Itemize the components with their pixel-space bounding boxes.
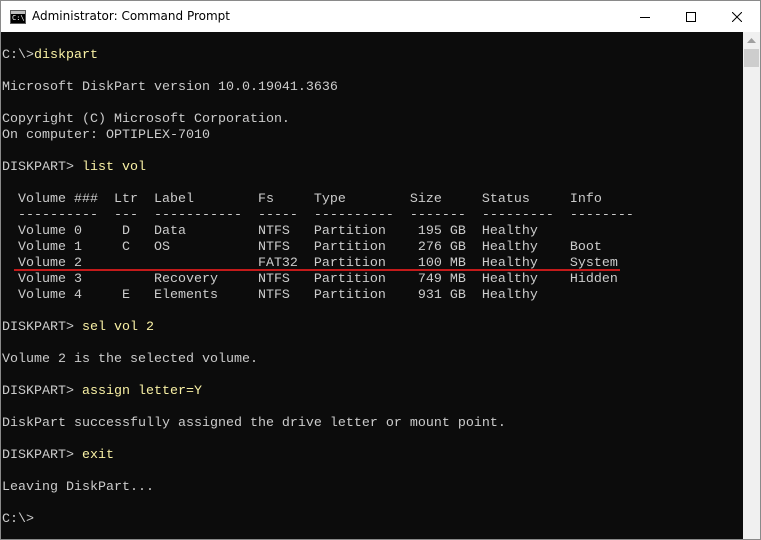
console-lines: C:\>diskpart Microsoft DiskPart version 1…: [2, 48, 634, 528]
scroll-up-arrow-icon: [747, 37, 756, 43]
console-line: ---------- --- ----------- ----- -------…: [2, 208, 634, 223]
console-line: Volume 4 E Elements NTFS Partition 931 G…: [2, 288, 538, 303]
console-line: C:\>diskpart: [2, 48, 634, 64]
console-line: Volume 2 is the selected volume.: [2, 352, 258, 367]
console-line: Leaving DiskPart...: [2, 480, 154, 495]
scroll-thumb[interactable]: [744, 49, 759, 67]
console-prompt: DISKPART>: [2, 320, 82, 335]
console-command: list vol: [81, 160, 146, 175]
console-line: DiskPart successfully assigned the drive…: [2, 416, 506, 431]
maximize-button[interactable]: [668, 1, 714, 32]
console-line: Volume 0 D Data NTFS Partition 195 GB He…: [2, 224, 538, 239]
minimize-button[interactable]: [622, 1, 668, 32]
console-line: Volume 1 C OS NTFS Partition 276 GB Heal…: [2, 240, 602, 255]
console-line: Microsoft DiskPart version 10.0.19041.36…: [2, 80, 338, 95]
minimize-icon: [640, 16, 650, 18]
scroll-up-button[interactable]: [743, 32, 760, 49]
console-line: DISKPART> list vol: [2, 160, 634, 176]
console-output[interactable]: C:\>diskpart Microsoft DiskPart version 1…: [1, 32, 743, 539]
console-command: exit: [81, 448, 114, 463]
icon-glyph: C:\: [12, 13, 25, 22]
maximize-icon: [686, 11, 696, 22]
console-line: On computer: OPTIPLEX-7010: [2, 128, 210, 143]
terminal-icon[interactable]: C:\: [10, 9, 26, 24]
console-command: assign letter=Y: [81, 384, 202, 399]
console-line: DISKPART> sel vol 2: [2, 320, 634, 336]
window-title: Administrator: Command Prompt: [32, 9, 230, 23]
window-controls: [622, 1, 760, 32]
title-bar[interactable]: C:\ Administrator: Command Prompt: [1, 1, 760, 32]
console-prompt: C:\>: [2, 48, 34, 63]
console-line: Volume ### Ltr Label Fs Type Size Status…: [2, 192, 602, 207]
command-prompt-window: C:\ Administrator: Command Prompt C:\>di…: [0, 0, 761, 540]
console-command: sel vol 2: [81, 320, 154, 335]
console-line: Copyright (C) Microsoft Corporation.: [2, 112, 290, 127]
close-button[interactable]: [714, 1, 760, 32]
console-line: C:\>: [2, 512, 634, 528]
vertical-scrollbar[interactable]: [743, 32, 760, 539]
console-prompt: DISKPART>: [2, 448, 82, 463]
close-icon: [732, 11, 742, 22]
red-underline-annotation: [14, 269, 620, 271]
console-line: DISKPART> assign letter=Y: [2, 384, 634, 400]
console-prompt: DISKPART>: [2, 160, 82, 175]
console-line: Volume 3 Recovery NTFS Partition 749 MB …: [2, 272, 618, 287]
console-line: DISKPART> exit: [2, 448, 634, 464]
console-prompt: C:\>: [2, 512, 34, 527]
console-command: diskpart: [34, 48, 98, 63]
console-prompt: DISKPART>: [2, 384, 82, 399]
